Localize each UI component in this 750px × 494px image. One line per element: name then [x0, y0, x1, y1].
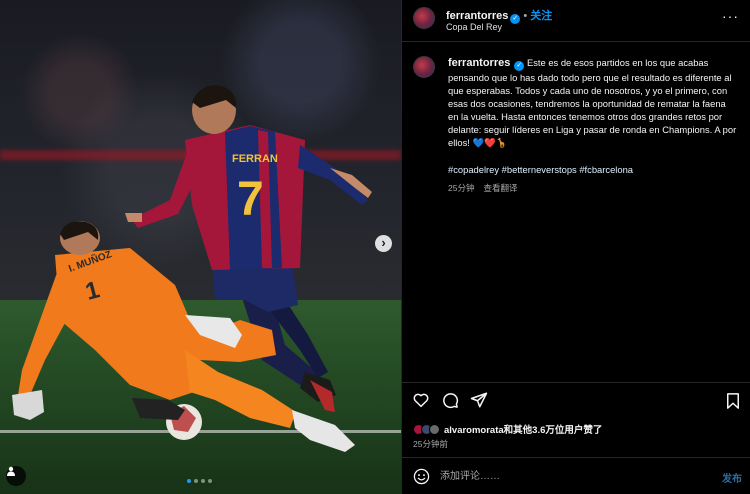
separator: • [523, 10, 528, 22]
comment-icon[interactable] [441, 391, 459, 409]
chevron-right-icon: › [381, 235, 386, 250]
see-translation-link[interactable]: 查看翻译 [483, 183, 517, 193]
post-location[interactable]: Copa Del Rey [446, 22, 502, 32]
post-comment-button[interactable]: 发布 [722, 470, 742, 485]
author-username[interactable]: ferrantorres [446, 10, 508, 22]
tagged-users-button[interactable] [6, 466, 26, 486]
caption-author-username[interactable]: ferrantorres [448, 57, 510, 69]
bookmark-icon[interactable] [724, 392, 742, 410]
caption: ferrantorres ✓ Este es de esos partidos e… [448, 56, 738, 195]
caption-hashtags[interactable]: #copadelrey #betterneverstops #fcbarcelo… [448, 163, 738, 176]
attacker-number: 7 [237, 173, 264, 226]
carousel-dot-active [187, 479, 191, 483]
carousel-indicator [187, 479, 212, 483]
likes-summary[interactable]: alvaromorata和其他3.6万位用户赞了 [413, 422, 602, 436]
carousel-dot [201, 479, 205, 483]
action-bar: alvaromorata和其他3.6万位用户赞了 25分钟前 [402, 382, 750, 457]
post-header: ferrantorres ✓ • 关注 Copa Del Rey ··· [402, 0, 750, 42]
caption-author-avatar[interactable] [413, 56, 435, 78]
caption-time: 25分钟 [448, 182, 475, 193]
person-icon [7, 466, 15, 476]
emoji-icon[interactable] [413, 468, 430, 485]
carousel-dot [194, 479, 198, 483]
verified-badge-icon: ✓ [510, 14, 521, 24]
caption-text: Este es de esos partidos en los que acab… [448, 57, 737, 149]
caption-section: ferrantorres ✓ Este es de esos partidos e… [402, 42, 750, 382]
heart-icon[interactable] [412, 391, 430, 409]
comment-input[interactable] [440, 467, 700, 486]
players-illustration: FERRAN 7 I. MUÑOZ 1 [12, 85, 372, 452]
author-avatar[interactable] [413, 7, 435, 29]
more-options-icon[interactable]: ··· [722, 8, 739, 24]
likes-text: alvaromorata和其他3.6万位用户赞了 [444, 425, 603, 436]
post-sidebar: ferrantorres ✓ • 关注 Copa Del Rey ··· ferran… [401, 0, 750, 494]
liker-avatar [429, 423, 440, 435]
caption-meta: 25分钟 查看翻译 [448, 182, 738, 195]
follow-button[interactable]: 关注 [530, 10, 552, 22]
post-timestamp: 25分钟前 [413, 439, 448, 449]
verified-badge-icon: ✓ [514, 61, 525, 71]
action-icons [412, 391, 488, 409]
post-media[interactable]: FERRAN 7 I. MUÑOZ 1 › [0, 0, 401, 494]
comment-bar: 发布 [402, 457, 750, 494]
attacker-name: FERRAN [232, 153, 278, 165]
next-image-button[interactable]: › [375, 235, 392, 252]
carousel-dot [208, 479, 212, 483]
share-icon[interactable] [470, 391, 488, 409]
